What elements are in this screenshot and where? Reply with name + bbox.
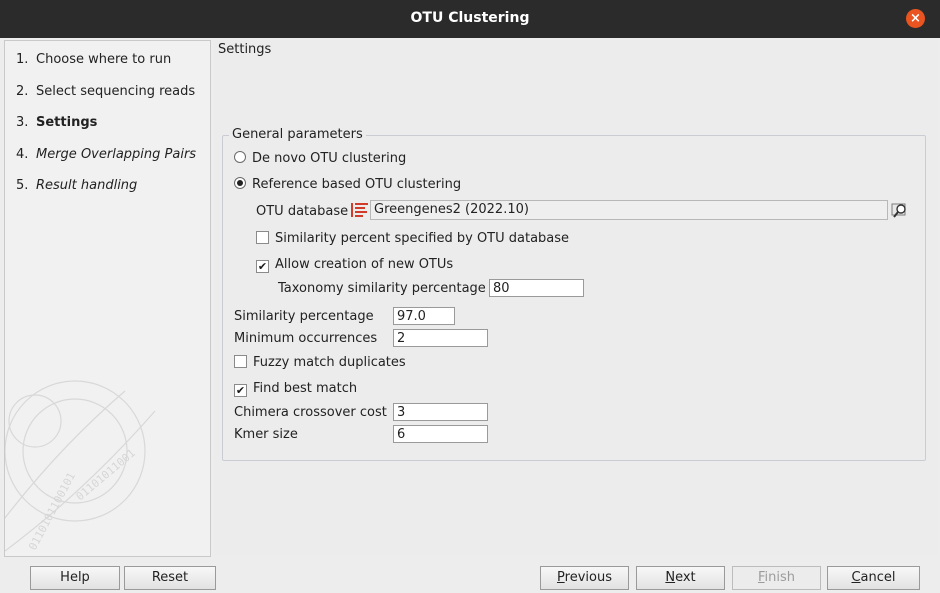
- step-label: Merge Overlapping Pairs: [36, 147, 197, 162]
- settings-panel: Settings General parameters De novo OTU …: [214, 40, 938, 555]
- previous-button[interactable]: Previous: [540, 566, 629, 590]
- general-parameters-group: General parameters De novo OTU clusterin…: [222, 127, 926, 461]
- step-label: Choose where to run: [36, 52, 172, 67]
- step-number: 2.: [16, 84, 29, 99]
- next-button[interactable]: Next: [636, 566, 725, 590]
- fuzzy-match-label: Fuzzy match duplicates: [253, 355, 406, 370]
- step-number: 4.: [16, 147, 29, 162]
- reference-based-label: Reference based OTU clustering: [252, 177, 462, 192]
- help-button[interactable]: Help: [30, 566, 120, 590]
- de-novo-radio[interactable]: [234, 151, 246, 163]
- similarity-by-db-checkbox[interactable]: [256, 231, 269, 244]
- find-best-match-checkbox[interactable]: ✔: [234, 384, 247, 397]
- svg-text:01101011001: 01101011001: [74, 447, 138, 504]
- step-choose-where-to-run: 1. Choose where to run: [16, 52, 171, 67]
- cancel-mnemonic: C: [851, 570, 861, 585]
- window-title: OTU Clustering: [410, 10, 530, 26]
- group-legend: General parameters: [229, 127, 366, 142]
- allow-new-otus-label: Allow creation of new OTUs: [275, 257, 454, 272]
- step-settings: 3. Settings: [16, 115, 97, 130]
- binary-swirl-watermark: 0110101100101 01101011001: [5, 380, 156, 552]
- page-title: Settings: [218, 42, 272, 57]
- previous-mnemonic: P: [557, 570, 565, 585]
- step-number: 5.: [16, 178, 29, 193]
- kmer-size-input[interactable]: 6: [393, 425, 488, 443]
- cancel-button[interactable]: Cancel: [827, 566, 920, 590]
- step-label: Select sequencing reads: [36, 84, 196, 99]
- similarity-by-db-label: Similarity percent specified by OTU data…: [275, 231, 570, 246]
- otu-database-label: OTU database: [256, 204, 349, 219]
- step-number: 3.: [16, 115, 29, 130]
- taxonomy-similarity-input[interactable]: 80: [489, 279, 584, 297]
- allow-new-otus-option[interactable]: ✔ Allow creation of new OTUs: [256, 257, 453, 273]
- kmer-size-label: Kmer size: [234, 427, 298, 442]
- wizard-steps-panel: 1. Choose where to run 2. Select sequencin…: [4, 40, 211, 557]
- finish-button[interactable]: Finish: [732, 566, 821, 590]
- step-merge-overlapping-pairs: 4. Merge Overlapping Pairs: [16, 147, 196, 162]
- similarity-by-db-option[interactable]: Similarity percent specified by OTU data…: [256, 231, 569, 246]
- cancel-label: ancel: [860, 570, 896, 585]
- reference-based-radio[interactable]: [234, 177, 246, 189]
- title-bar: OTU Clustering ×: [0, 0, 940, 38]
- minimum-occurrences-label: Minimum occurrences: [234, 331, 378, 346]
- reset-button[interactable]: Reset: [124, 566, 216, 590]
- step-label: Settings: [36, 115, 98, 130]
- next-label: ext: [675, 570, 696, 585]
- fuzzy-match-checkbox[interactable]: [234, 355, 247, 368]
- minimum-occurrences-input[interactable]: 2: [393, 329, 488, 347]
- wizard-button-bar: Help Reset Previous Next Finish Cancel: [0, 557, 940, 593]
- close-button[interactable]: ×: [906, 9, 925, 28]
- step-number: 1.: [16, 52, 29, 67]
- step-result-handling: 5. Result handling: [16, 178, 137, 193]
- step-select-sequencing-reads: 2. Select sequencing reads: [16, 84, 195, 99]
- step-label: Result handling: [36, 178, 138, 193]
- fuzzy-match-option[interactable]: Fuzzy match duplicates: [234, 355, 406, 370]
- close-icon: ×: [910, 11, 921, 26]
- chimera-crossover-cost-input[interactable]: 3: [393, 403, 488, 421]
- database-list-icon: [351, 203, 368, 217]
- find-best-match-option[interactable]: ✔ Find best match: [234, 381, 357, 397]
- reference-based-option[interactable]: Reference based OTU clustering: [234, 177, 461, 192]
- previous-label: revious: [564, 570, 612, 585]
- chimera-crossover-cost-label: Chimera crossover cost: [234, 405, 387, 420]
- finish-label: inish: [764, 570, 796, 585]
- de-novo-option[interactable]: De novo OTU clustering: [234, 151, 406, 166]
- allow-new-otus-checkbox[interactable]: ✔: [256, 260, 269, 273]
- otu-database-field[interactable]: Greengenes2 (2022.10): [370, 200, 888, 220]
- next-mnemonic: N: [665, 570, 676, 585]
- find-best-match-label: Find best match: [253, 381, 358, 396]
- taxonomy-similarity-label: Taxonomy similarity percentage: [278, 281, 486, 296]
- similarity-percentage-label: Similarity percentage: [234, 309, 374, 324]
- similarity-percentage-input[interactable]: 97.0: [393, 307, 455, 325]
- de-novo-label: De novo OTU clustering: [252, 151, 407, 166]
- browse-database-icon[interactable]: [891, 201, 909, 219]
